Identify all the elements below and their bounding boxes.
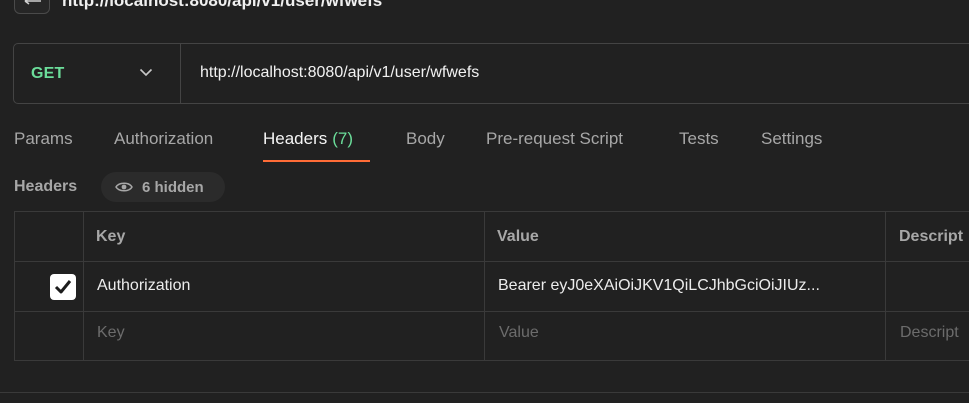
eye-icon: [115, 182, 133, 192]
column-divider: [885, 212, 886, 360]
method-label: GET: [31, 64, 65, 82]
new-description-input[interactable]: Descript: [900, 324, 959, 342]
hidden-headers-toggle[interactable]: 6 hidden: [101, 172, 225, 202]
postman-request-editor: http://localhost:8080/api/v1/user/wfwefs…: [0, 0, 969, 403]
column-header-description: Descript: [899, 228, 964, 245]
headers-table: Key Value Descript Authorization Bearer …: [14, 211, 969, 361]
tab-pre-request-script[interactable]: Pre-request Script: [486, 126, 623, 162]
back-arrow-icon: [24, 0, 41, 5]
tab-settings[interactable]: Settings: [761, 126, 822, 162]
header-description-cell[interactable]: [899, 277, 969, 299]
column-header-key: Key: [96, 228, 126, 245]
tab-label: Body: [406, 129, 445, 148]
back-button[interactable]: [14, 0, 50, 14]
column-header-value: Value: [497, 228, 539, 245]
chevron-down-icon: [139, 68, 153, 77]
section-divider: [0, 392, 969, 393]
hidden-headers-text: 6 hidden: [142, 178, 204, 196]
url-bar: GET http://localhost:8080/api/v1/user/wf…: [13, 43, 969, 104]
tab-label: Authorization: [114, 129, 214, 148]
column-divider: [484, 212, 485, 360]
tab-label: Headers: [263, 129, 328, 148]
header-key-cell[interactable]: Authorization: [97, 277, 190, 295]
tab-authorization[interactable]: Authorization: [114, 126, 213, 162]
new-value-input[interactable]: Value: [499, 324, 539, 342]
column-divider: [83, 212, 84, 360]
checkmark-icon: [54, 280, 72, 294]
headers-section-label: Headers: [14, 178, 78, 195]
tab-label: Pre-request Script: [486, 129, 623, 148]
request-title: http://localhost:8080/api/v1/user/wfwefs: [62, 0, 383, 10]
active-tab-indicator: [263, 160, 370, 162]
row-divider: [15, 311, 969, 312]
tab-label: Settings: [761, 129, 823, 148]
request-tabs: Params Authorization Headers (7) Body Pre…: [0, 126, 969, 166]
tab-label: Tests: [679, 129, 719, 148]
method-selector[interactable]: GET: [14, 44, 181, 103]
url-input[interactable]: http://localhost:8080/api/v1/user/wfwefs: [200, 64, 479, 82]
header-enabled-checkbox[interactable]: [50, 274, 76, 300]
new-key-input[interactable]: Key: [97, 324, 125, 342]
header-divider: [15, 261, 969, 262]
headers-count: (7): [332, 129, 354, 148]
tab-headers[interactable]: Headers (7): [263, 126, 353, 162]
tab-tests[interactable]: Tests: [679, 126, 719, 162]
header-value-cell[interactable]: Bearer eyJ0eXAiOiJKV1QiLCJhbGciOiJIUz...: [498, 277, 820, 295]
tab-body[interactable]: Body: [406, 126, 445, 162]
tab-params[interactable]: Params: [14, 126, 73, 162]
tab-label: Params: [14, 129, 73, 148]
